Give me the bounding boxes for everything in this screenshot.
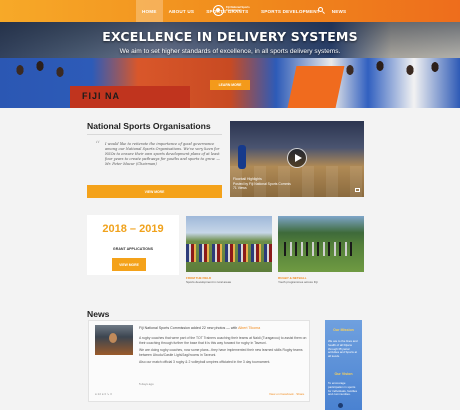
gallery-icon[interactable]: [355, 188, 360, 192]
news-view-on-facebook-link[interactable]: View on Facebook · Share: [269, 392, 304, 396]
video-player[interactable]: Floorball Highlights Posted by Fiji Nati…: [230, 121, 364, 197]
news-reactions[interactable]: ● 22 ● 0 ↳ 0: [95, 392, 112, 396]
hero-banner: FIJI NA EXCELLENCE IN DELIVERY SYSTEMS W…: [0, 22, 460, 108]
hero-learn-more-button[interactable]: LEARN MORE: [210, 80, 250, 90]
quote-icon: “: [95, 140, 101, 151]
hero-banner-text: FIJI NA: [82, 91, 121, 101]
news-timestamp: 5 days ago: [139, 382, 154, 386]
top-nav-bar: HOME ABOUT US SPORTS GRANTS Fiji Nationa…: [0, 0, 460, 22]
hero-orange-vest: [287, 66, 345, 108]
hero-title: EXCELLENCE IN DELIVERY SYSTEMS: [102, 29, 358, 44]
nav-news[interactable]: NEWS: [326, 0, 353, 22]
site-logo[interactable]: Fiji National Sports Commission: [213, 1, 250, 21]
photo-rugby-netball[interactable]: [278, 216, 364, 272]
logo-mark-icon: [213, 5, 224, 16]
photo1-caption: FROM THE FIELD Sports development in rur…: [186, 276, 272, 284]
nav-home[interactable]: HOME: [136, 0, 163, 22]
nav-about-us[interactable]: ABOUT US: [163, 0, 201, 22]
news-section-title: News: [87, 309, 110, 319]
play-icon[interactable]: [287, 148, 307, 168]
grant-year: 2018 – 2019: [102, 223, 164, 235]
mission-text: We are to the lives and health of all Fi…: [328, 339, 358, 359]
mission-heading: Our Mission: [333, 328, 354, 332]
photo2-caption-sub: Youth programmes across Fiji: [278, 280, 318, 285]
news-header-text: Fiji National Sports Commission added 22…: [139, 326, 238, 330]
nso-quote: “ I would like to reiterate the importan…: [95, 140, 222, 176]
photo1-caption-sub: Sports development in rural areas: [186, 280, 232, 285]
video-views: 71 Views: [233, 186, 247, 191]
logo-text: Fiji National Sports Commission: [226, 6, 250, 12]
news-paragraph: We are doing rugby coaches, now some pla…: [139, 348, 303, 357]
vision-text: To encourage participation in sports for…: [328, 381, 358, 397]
hero-subtitle: We aim to set higher standards of excell…: [119, 48, 341, 55]
photo-from-the-field[interactable]: [186, 216, 272, 272]
nso-section-title: National Sports Organisations: [87, 121, 211, 131]
news-thumbnail[interactable]: [95, 325, 133, 355]
news-paragraph: A rugby coaches that were part of the TO…: [139, 336, 307, 345]
nav-sports-development[interactable]: SPORTS DEVELOPMENT: [255, 0, 326, 22]
mission-sidebar: Our Mission We are to the lives and heal…: [325, 320, 362, 410]
video-caption: Floorball Highlights Posted by Fiji Nati…: [233, 177, 291, 191]
divider: [87, 134, 222, 135]
quote-text: I would like to reiterate the importance…: [105, 142, 220, 161]
news-body: A rugby coaches that were part of the TO…: [139, 336, 307, 368]
vision-heading: Our Vision: [334, 372, 353, 376]
messenger-icon[interactable]: [338, 403, 343, 408]
nso-view-more-button[interactable]: VIEW MORE: [87, 185, 222, 198]
news-paragraph: Also our match official 3 rugby & 2 voll…: [139, 360, 271, 365]
nav-right: SPORTS DEVELOPMENT NEWS: [255, 0, 352, 22]
news-post: Fiji National Sports Commission added 22…: [88, 320, 310, 402]
grant-view-more-button[interactable]: VIEW MORE: [112, 258, 146, 271]
search-icon[interactable]: [318, 7, 326, 15]
video-thumbnail-player: [238, 145, 246, 169]
photo2-caption: RUGBY & NETBALL Youth programmes across …: [278, 276, 364, 284]
news-header-link[interactable]: Albert Tikoma: [238, 326, 260, 330]
grant-label: GRANT APPLICATIONS: [112, 247, 154, 251]
